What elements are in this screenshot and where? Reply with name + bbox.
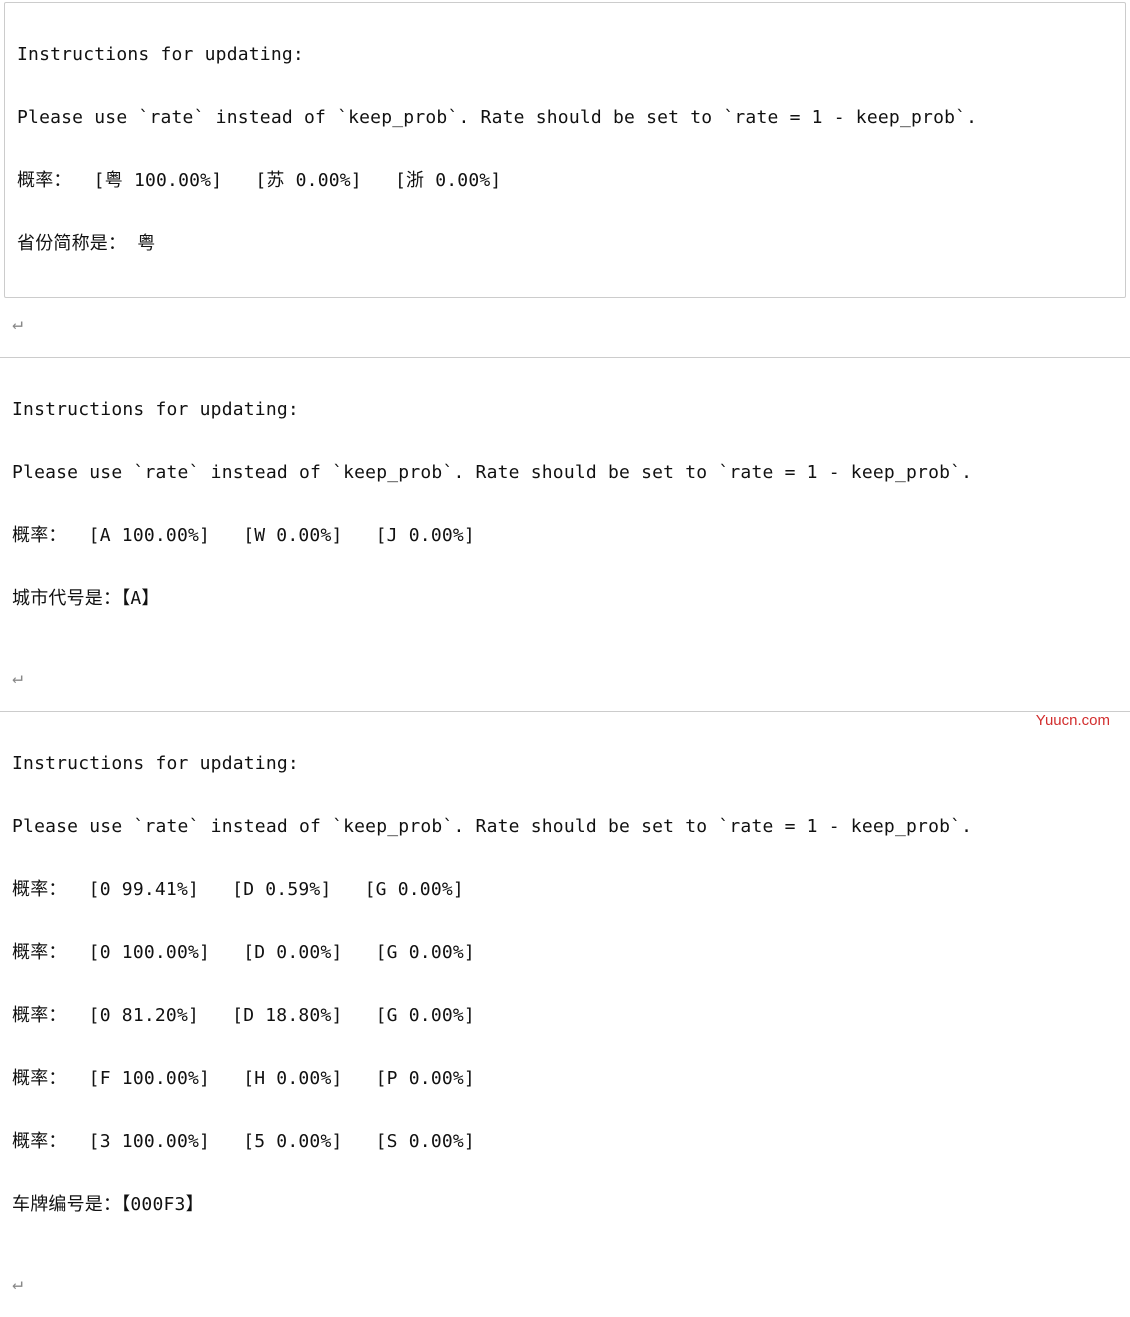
output-block-2: Instructions for updating: Please use `r… [0, 357, 1130, 652]
instruction-line: Please use `rate` instead of `keep_prob`… [17, 102, 1113, 134]
probability-line: 概率： [粤 100.00%] [苏 0.00%] [浙 0.00%] [17, 165, 1113, 197]
result-line: 城市代号是：【A】 [12, 583, 1118, 615]
probability-line: 概率： [F 100.00%] [H 0.00%] [P 0.00%] [12, 1063, 1118, 1095]
instruction-line: Please use `rate` instead of `keep_prob`… [12, 457, 1118, 489]
return-glyph: ↵ [0, 308, 1130, 340]
instruction-line: Please use `rate` instead of `keep_prob`… [12, 811, 1118, 843]
probability-line: 概率： [0 81.20%] [D 18.80%] [G 0.00%] [12, 1000, 1118, 1032]
result-line: 省份简称是： 粤 [17, 228, 1113, 260]
return-glyph: ↵ [0, 662, 1130, 694]
probability-line: 概率： [0 99.41%] [D 0.59%] [G 0.00%] [12, 874, 1118, 906]
output-block-3: Instructions for updating: Please use `r… [0, 711, 1130, 1258]
instruction-line: Instructions for updating: [12, 748, 1118, 780]
probability-line: 概率： [A 100.00%] [W 0.00%] [J 0.00%] [12, 520, 1118, 552]
instruction-line: Instructions for updating: [17, 39, 1113, 71]
return-glyph: ↵ [0, 1268, 1130, 1300]
watermark: Yuucn.com [1036, 708, 1110, 734]
output-block-1: Instructions for updating: Please use `r… [4, 2, 1126, 298]
result-line: 车牌编号是：【000F3】 [12, 1189, 1118, 1221]
probability-line: 概率： [0 100.00%] [D 0.00%] [G 0.00%] [12, 937, 1118, 969]
probability-line: 概率： [3 100.00%] [5 0.00%] [S 0.00%] [12, 1126, 1118, 1158]
instruction-line: Instructions for updating: [12, 394, 1118, 426]
